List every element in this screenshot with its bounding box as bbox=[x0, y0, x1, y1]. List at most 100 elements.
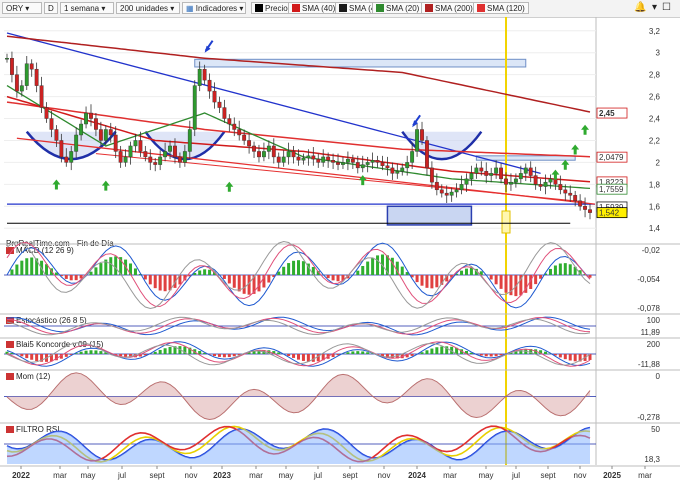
maximize-icon[interactable]: ☐ bbox=[662, 2, 671, 14]
histogram-bar bbox=[10, 269, 14, 275]
x-tick-label: sept bbox=[149, 471, 165, 480]
symbol-selector[interactable]: ORY ▾ bbox=[2, 2, 42, 14]
histogram-bar bbox=[198, 270, 202, 275]
candle-body bbox=[400, 167, 405, 172]
candle-body bbox=[316, 158, 321, 163]
candle-body bbox=[237, 129, 242, 136]
candle-body bbox=[548, 178, 553, 183]
histogram-bar bbox=[74, 275, 78, 281]
histogram-bar bbox=[568, 354, 572, 361]
candle-body bbox=[558, 184, 563, 191]
x-tick-label: sept bbox=[342, 471, 358, 480]
histogram-bar bbox=[237, 275, 241, 292]
legend-item[interactable]: SMA (20) bbox=[372, 2, 424, 14]
histogram-bar bbox=[361, 351, 365, 354]
histogram-bar bbox=[30, 257, 34, 275]
candle-body bbox=[533, 175, 538, 185]
candle-body bbox=[469, 173, 474, 180]
histogram-bar bbox=[430, 275, 434, 289]
price-tick-label: 2,6 bbox=[649, 93, 661, 102]
histogram-bar bbox=[267, 275, 271, 283]
legend-swatch bbox=[425, 4, 433, 12]
buy-arrow-icon bbox=[571, 144, 580, 155]
histogram-bar bbox=[89, 350, 93, 354]
sma-line bbox=[6, 35, 591, 113]
price-tick-label: 2,8 bbox=[649, 71, 661, 80]
legend-label: SMA (120) bbox=[487, 4, 525, 13]
units-selector[interactable]: 200 unidades ▾ bbox=[116, 2, 180, 14]
candle-body bbox=[365, 162, 370, 165]
candle-body bbox=[281, 156, 286, 163]
candle-body bbox=[385, 165, 390, 169]
histogram-bar bbox=[489, 354, 493, 357]
candle-body bbox=[59, 140, 64, 158]
period-selector[interactable]: 1 semana ▾ bbox=[60, 2, 114, 14]
histogram-bar bbox=[400, 266, 404, 275]
histogram-bar bbox=[553, 265, 557, 275]
price-tick-label: 3,2 bbox=[649, 27, 661, 36]
indicator-axis-label: 100 bbox=[647, 316, 661, 325]
candle-body bbox=[345, 158, 350, 163]
candle-body bbox=[232, 123, 237, 130]
histogram-bar bbox=[35, 354, 39, 362]
candle-body bbox=[370, 160, 375, 163]
price-tick-label: 2,4 bbox=[649, 115, 661, 124]
histogram-bar bbox=[69, 275, 73, 281]
x-tick-label: 2024 bbox=[408, 471, 426, 480]
candle-body bbox=[578, 200, 583, 207]
candle-body bbox=[222, 107, 227, 119]
legend-swatch bbox=[292, 4, 300, 12]
dropdown-menu-icon[interactable]: ▾ bbox=[652, 2, 657, 14]
histogram-bar bbox=[356, 351, 360, 354]
histogram-bar bbox=[143, 275, 147, 280]
symbol-sub-button[interactable]: D bbox=[44, 2, 58, 14]
legend-item[interactable]: Precio bbox=[251, 2, 292, 14]
histogram-bar bbox=[469, 267, 473, 275]
x-tick-label: 2025 bbox=[603, 471, 621, 480]
pane-title: Mom (12) bbox=[16, 372, 51, 381]
x-tick-label: 2023 bbox=[213, 471, 231, 480]
histogram-bar bbox=[79, 351, 83, 354]
histogram-bar bbox=[499, 275, 503, 289]
indicators-button[interactable]: ▦ Indicadores ▾ bbox=[182, 2, 246, 14]
candle-body bbox=[271, 145, 276, 158]
candle-body bbox=[187, 129, 192, 152]
candle-body bbox=[523, 167, 528, 174]
x-tick-label: may bbox=[478, 471, 493, 480]
legend-item[interactable]: SMA (120) bbox=[473, 2, 529, 14]
legend-item[interactable]: SMA (200) bbox=[421, 2, 477, 14]
histogram-bar bbox=[479, 354, 483, 356]
histogram-bar bbox=[25, 258, 29, 275]
pane-title: Estocástico (26 8 5) bbox=[16, 316, 87, 325]
legend-item[interactable]: SMA (40) bbox=[288, 2, 340, 14]
candle-body bbox=[34, 68, 39, 86]
histogram-bar bbox=[64, 354, 68, 357]
histogram-bar bbox=[494, 275, 498, 285]
candle-body bbox=[321, 156, 326, 163]
candle-body bbox=[350, 158, 355, 163]
candle-body bbox=[331, 160, 336, 163]
alert-bell-icon[interactable]: 🔔 bbox=[634, 2, 646, 14]
candle-body bbox=[24, 63, 29, 86]
candle-body bbox=[192, 85, 197, 130]
histogram-bar bbox=[558, 263, 562, 275]
candle-body bbox=[449, 191, 454, 196]
vertical-marker-tag bbox=[501, 210, 511, 234]
candle-body bbox=[197, 68, 202, 86]
candle-body bbox=[563, 189, 568, 194]
toolbar: ORY ▾ D 1 semana ▾ 200 unidades ▾ ▦ Indi… bbox=[0, 0, 680, 18]
buy-arrow-icon bbox=[52, 179, 61, 190]
x-tick-label: jul bbox=[313, 471, 322, 480]
candle-body bbox=[395, 170, 400, 174]
histogram-bar bbox=[287, 354, 291, 357]
histogram-bar bbox=[563, 263, 567, 275]
chevron-down-icon: ▾ bbox=[239, 4, 244, 13]
price-badge-label: 1,542 bbox=[599, 209, 620, 218]
candle-body bbox=[291, 151, 296, 158]
indicators-icon: ▦ bbox=[186, 4, 194, 13]
histogram-bar bbox=[430, 348, 434, 354]
candle-body bbox=[434, 181, 439, 191]
histogram-bar bbox=[198, 351, 202, 354]
histogram-bar bbox=[64, 275, 68, 279]
candle-body bbox=[276, 156, 281, 163]
